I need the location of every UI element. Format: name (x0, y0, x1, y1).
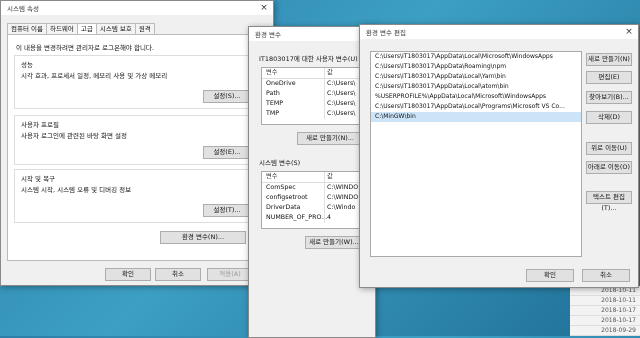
column-header-variable[interactable]: 변수 (262, 172, 324, 182)
group-title: 사용자 프로필 (21, 121, 59, 129)
table-row[interactable]: configsetroot C:\WINDO (262, 193, 374, 203)
move-down-button[interactable]: 아래로 이동(O) (586, 161, 632, 174)
window-title: 환경 변수 편집 (366, 29, 407, 37)
variable-value: C:\Windo (324, 203, 355, 213)
variable-value: C:\WINDO (324, 193, 358, 203)
user-new-button[interactable]: 새로 만들기(N)... (297, 132, 363, 145)
table-row[interactable]: TEMP C:\Users\ (262, 99, 374, 109)
delete-button[interactable]: 삭제(D) (586, 111, 632, 124)
cancel-button[interactable]: 취소 (582, 269, 630, 282)
table-row[interactable]: NUMBER_OF_PRO... 4 (262, 213, 374, 223)
list-item[interactable]: C:\Users\IT1803017\AppData\Local\Microso… (371, 52, 581, 62)
list-item: 2018-09-29 (570, 326, 640, 336)
move-up-button[interactable]: 위로 이동(U) (586, 142, 632, 155)
variable-name: TEMP (266, 100, 284, 107)
cancel-button[interactable]: 취소 (155, 268, 201, 281)
window-title: 환경 변수 (255, 31, 281, 39)
column-header-variable[interactable]: 변수 (262, 68, 324, 78)
group-title: 성능 (21, 61, 33, 69)
column-header-value[interactable]: 값 (324, 68, 333, 78)
ok-button[interactable]: 확인 (526, 269, 574, 282)
system-new-button[interactable]: 새로 만들기(W)... (305, 236, 363, 249)
group-description: 사용자 로그인에 관련된 바탕 화면 설정 (21, 132, 128, 140)
list-item: 2018-10-17 (570, 306, 640, 316)
system-properties-window: 시스템 속성 × 컴퓨터 이름 하드웨어 고급 시스템 보호 원격 이 내용을 … (0, 0, 274, 286)
table-row[interactable]: Path C:\Users\ (262, 89, 374, 99)
group-description: 시스템 시작, 시스템 오류 및 디버깅 정보 (21, 186, 132, 194)
variable-name: OneDrive (266, 80, 296, 87)
variable-value: C:\WINDO (324, 183, 358, 193)
table-row[interactable]: DriverData C:\Windo (262, 203, 374, 213)
group-title: 시작 및 복구 (21, 175, 56, 183)
profile-settings-button[interactable]: 설정(E)... (203, 146, 251, 159)
table-row[interactable]: OneDrive C:\Users\ (262, 79, 374, 89)
user-variables-label: IT1803017에 대한 사용자 변수(U) (259, 55, 358, 63)
list-item[interactable]: C:\Users\IT1803017\AppData\Local\Yarn\bi… (371, 72, 581, 82)
title-bar: 환경 변수 (249, 27, 375, 41)
variable-name: DriverData (266, 204, 301, 211)
close-icon[interactable]: × (620, 25, 638, 39)
variable-name: Path (266, 90, 280, 97)
variable-value: C:\Users\ (324, 109, 355, 119)
list-item[interactable]: C:\Users\IT1803017\AppData\Local\atom\bi… (371, 82, 581, 92)
system-variables-table: 변수 값 ComSpec C:\WINDO configsetroot C:\WIN… (261, 171, 375, 229)
list-item[interactable]: C:\Users\IT1803017\AppData\Roaming\npm (371, 62, 581, 72)
window-title: 시스템 속성 (7, 5, 39, 13)
variable-value: C:\Users\ (324, 89, 355, 99)
list-item[interactable]: %USERPROFILE%\AppData\Local\Microsoft\Wi… (371, 92, 581, 102)
new-button[interactable]: 새로 만들기(N) (586, 53, 632, 66)
variable-value: 4 (324, 213, 331, 223)
table-row[interactable]: TMP C:\Users\ (262, 109, 374, 119)
browse-button[interactable]: 찾아보기(B)... (586, 91, 632, 104)
title-bar: 환경 변수 편집 × (360, 25, 638, 39)
group-description: 시각 효과, 프로세서 일정, 메모리 사용 및 가상 메모리 (21, 72, 168, 80)
variable-value: C:\Users\ (324, 99, 355, 109)
table-header: 변수 값 (262, 68, 374, 79)
advanced-panel: 이 내용을 변경하려면 관리자로 로그온해야 합니다. 성능 시각 효과, 프로… (7, 34, 265, 261)
admin-note: 이 내용을 변경하려면 관리자로 로그온해야 합니다. (16, 44, 154, 52)
close-icon[interactable]: × (255, 1, 273, 15)
startup-recovery-group: 시작 및 복구 시스템 시작, 시스템 오류 및 디버깅 정보 설정(T)... (14, 169, 260, 223)
user-variables-table: 변수 값 OneDrive C:\Users\ Path C:\Users\ TEM… (261, 67, 375, 125)
column-header-value[interactable]: 값 (324, 172, 333, 182)
variable-name: ComSpec (266, 184, 296, 191)
list-item: 2018-10-17 (570, 316, 640, 326)
list-item[interactable]: C:\Users\IT1803017\AppData\Local\Program… (371, 102, 581, 112)
edit-text-button[interactable]: 텍스트 편집(T)... (586, 191, 632, 212)
system-variables-label: 시스템 변수(S) (259, 159, 301, 167)
table-header: 변수 값 (262, 172, 374, 183)
list-item[interactable]: C:\MinGW\bin (371, 112, 581, 122)
performance-settings-button[interactable]: 설정(S)... (203, 90, 251, 103)
startup-settings-button[interactable]: 설정(T)... (203, 204, 251, 217)
variable-name: TMP (266, 110, 280, 117)
table-row[interactable]: ComSpec C:\WINDO (262, 183, 374, 193)
apply-button[interactable]: 적용(A) (207, 268, 253, 281)
edit-environment-variable-window: 환경 변수 편집 × C:\Users\IT1803017\AppData\Lo… (359, 24, 639, 288)
environment-variables-window: 환경 변수 IT1803017에 대한 사용자 변수(U) 변수 값 OneDr… (248, 26, 376, 338)
background-file-list: 2018-10-11 2018-10-11 2018-10-17 2018-10… (570, 286, 640, 336)
edit-button[interactable]: 편집(E) (586, 71, 632, 84)
environment-variables-button[interactable]: 환경 변수(N)... (160, 231, 246, 244)
path-list: C:\Users\IT1803017\AppData\Local\Microso… (370, 51, 582, 257)
ok-button[interactable]: 확인 (105, 268, 151, 281)
list-item: 2018-10-11 (570, 296, 640, 306)
variable-name: NUMBER_OF_PRO... (266, 214, 328, 221)
performance-group: 성능 시각 효과, 프로세서 일정, 메모리 사용 및 가상 메모리 설정(S)… (14, 55, 260, 109)
variable-value: C:\Users\ (324, 79, 355, 89)
title-bar: 시스템 속성 × (1, 1, 273, 15)
user-profile-group: 사용자 프로필 사용자 로그인에 관련된 바탕 화면 설정 설정(E)... (14, 115, 260, 165)
variable-name: configsetroot (266, 194, 308, 201)
